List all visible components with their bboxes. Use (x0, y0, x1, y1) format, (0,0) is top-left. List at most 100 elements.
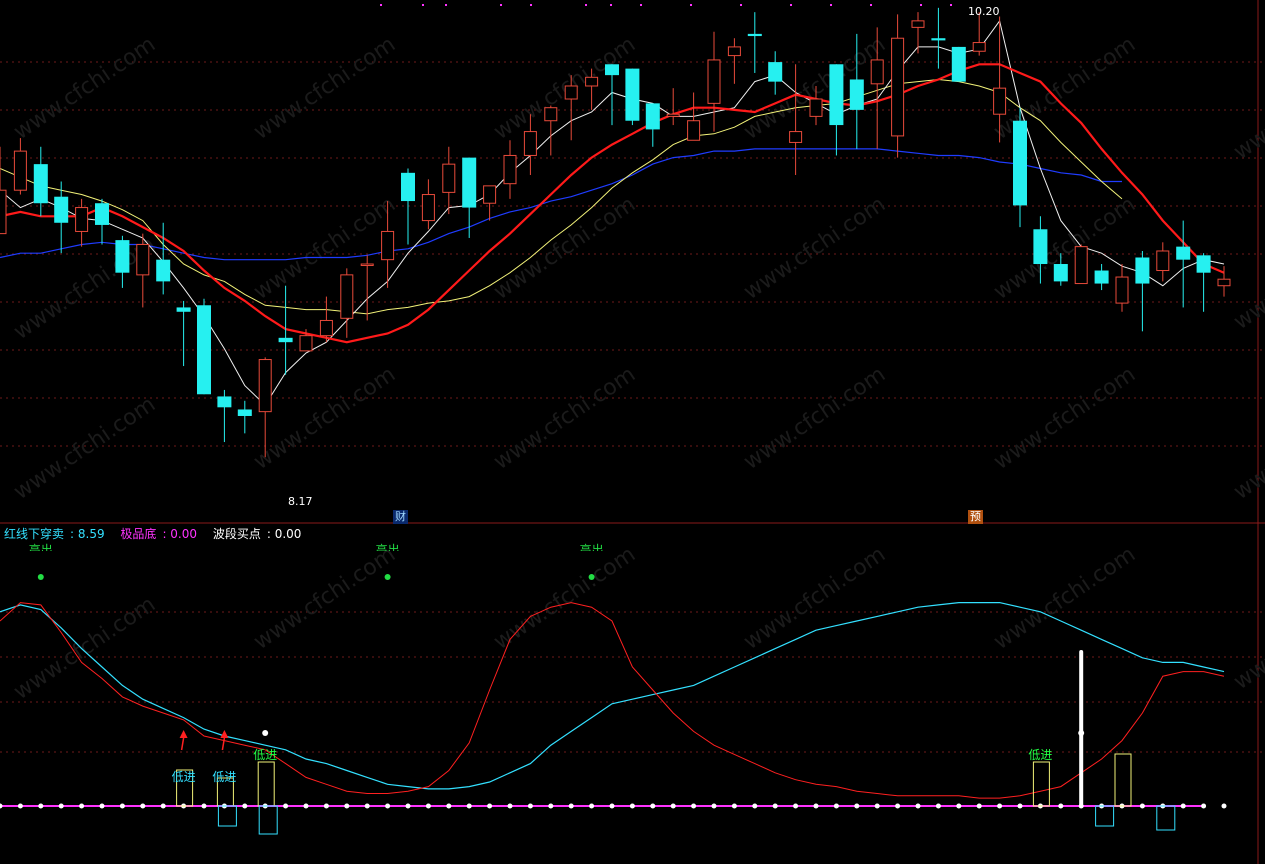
watermark-12: www.cfchi.com (9, 392, 160, 505)
candle-body-43 (870, 59, 884, 85)
finance-badge[interactable]: 财 (393, 510, 408, 524)
signal-box-2 (257, 761, 275, 807)
candle-35 (707, 31, 721, 132)
candle-body-13 (258, 359, 272, 413)
baseline-dot-44 (895, 803, 901, 809)
candle-body-55 (1115, 276, 1129, 304)
watermark-20: www.cfchi.com (489, 542, 640, 655)
watermark-1: www.cfchi.com (249, 32, 400, 145)
candle-41 (829, 64, 844, 156)
candle-47 (951, 46, 966, 82)
buy-arrow-0 (179, 730, 188, 738)
candle-8 (156, 222, 171, 295)
baseline-dot-45 (915, 803, 921, 809)
candle-50 (1013, 107, 1027, 228)
candle-body-14 (278, 337, 293, 343)
watermark-11: www.cfchi.com (1229, 222, 1265, 335)
top-tick-8 (690, 4, 692, 6)
candle-3 (54, 181, 69, 254)
candle-9 (176, 300, 191, 367)
candle-53 (1074, 244, 1088, 285)
baseline-dot-31 (629, 803, 635, 809)
candle-23 (462, 157, 477, 238)
candle-body-2 (33, 164, 48, 204)
baseline-dot-56 (1139, 803, 1145, 809)
candle-body-7 (136, 243, 150, 276)
candle-body-51 (1033, 229, 1048, 265)
candle-body-56 (1135, 257, 1150, 284)
baseline-dot-41 (833, 803, 839, 809)
candle-body-0 (0, 189, 7, 235)
signal-box-lower-0 (217, 805, 237, 827)
white-signal-bar (1079, 650, 1084, 806)
top-marker-label-2: 高出 (579, 543, 604, 551)
candle-body-24 (483, 185, 497, 204)
baseline-dot-2 (38, 803, 44, 809)
watermark-23: www.cfchi.com (1229, 582, 1265, 695)
candle-body-58 (1176, 246, 1191, 260)
candle-27 (544, 105, 558, 156)
annotation-label-1: 低进 (212, 770, 237, 784)
baseline-dot-0 (0, 803, 3, 809)
candle-46 (931, 7, 946, 69)
candle-24 (483, 185, 497, 221)
candle-17 (340, 268, 354, 338)
indicator-legend: 红线下穿卖: 8.59 极品底: 0.00 波段买点: 0.00 (4, 525, 313, 542)
candle-body-28 (564, 85, 578, 100)
baseline-dot-59 (1201, 803, 1207, 809)
watermark-17: www.cfchi.com (1229, 392, 1265, 505)
baseline-dot-42 (854, 803, 860, 809)
candle-body-49 (993, 87, 1007, 115)
top-marker-label-1: 高出 (375, 543, 400, 551)
baseline-dot-12 (242, 803, 248, 809)
baseline-dot-17 (344, 803, 350, 809)
candle-body-38 (768, 62, 783, 82)
candle-body-33 (666, 113, 680, 117)
baseline-dot-6 (119, 803, 125, 809)
candle-body-36 (727, 46, 741, 57)
top-tick-5 (585, 4, 587, 6)
baseline-dot-22 (446, 803, 452, 809)
candle-5 (95, 198, 109, 245)
baseline-dot-40 (813, 803, 819, 809)
candle-body-5 (95, 203, 109, 225)
top-tick-6 (610, 4, 612, 6)
top-tick-2 (445, 4, 447, 6)
baseline-dot-35 (711, 803, 717, 809)
candle-10 (197, 298, 211, 395)
candle-38 (768, 51, 783, 95)
candle-body-29 (585, 76, 599, 87)
candle-1 (13, 138, 27, 195)
high-price-label: 10.20 (968, 5, 1000, 18)
annotation-label-3: 低进 (1028, 748, 1053, 762)
signal-box-3 (1032, 761, 1050, 807)
candle-body-6 (115, 240, 130, 273)
candle-body-30 (605, 64, 619, 76)
candle-body-37 (747, 33, 762, 37)
candle-33 (666, 88, 680, 126)
candle-body-11 (217, 396, 232, 408)
top-marker-dot-0 (37, 574, 44, 580)
baseline-dot-26 (527, 803, 533, 809)
baseline-dot-37 (752, 803, 758, 809)
baseline-dot-27 (548, 803, 554, 809)
top-tick-7 (640, 4, 642, 6)
top-tick-14 (950, 4, 952, 6)
candle-44 (891, 14, 905, 158)
candle-body-4 (75, 207, 89, 232)
baseline-dot-1 (17, 803, 23, 809)
watermark-22: www.cfchi.com (989, 542, 1140, 655)
baseline-dot-46 (935, 803, 941, 809)
baseline-dot-10 (201, 803, 207, 809)
top-tick-9 (740, 4, 742, 6)
watermark-4: www.cfchi.com (989, 32, 1140, 145)
top-tick-12 (870, 4, 872, 6)
candle-body-45 (911, 20, 925, 28)
candle-25 (503, 140, 517, 199)
baseline-dot-21 (425, 803, 431, 809)
watermark-19: www.cfchi.com (249, 542, 400, 655)
candle-32 (645, 103, 660, 147)
candle-body-26 (523, 131, 537, 156)
forecast-badge[interactable]: 预 (968, 510, 983, 524)
candle-body-25 (503, 154, 517, 185)
